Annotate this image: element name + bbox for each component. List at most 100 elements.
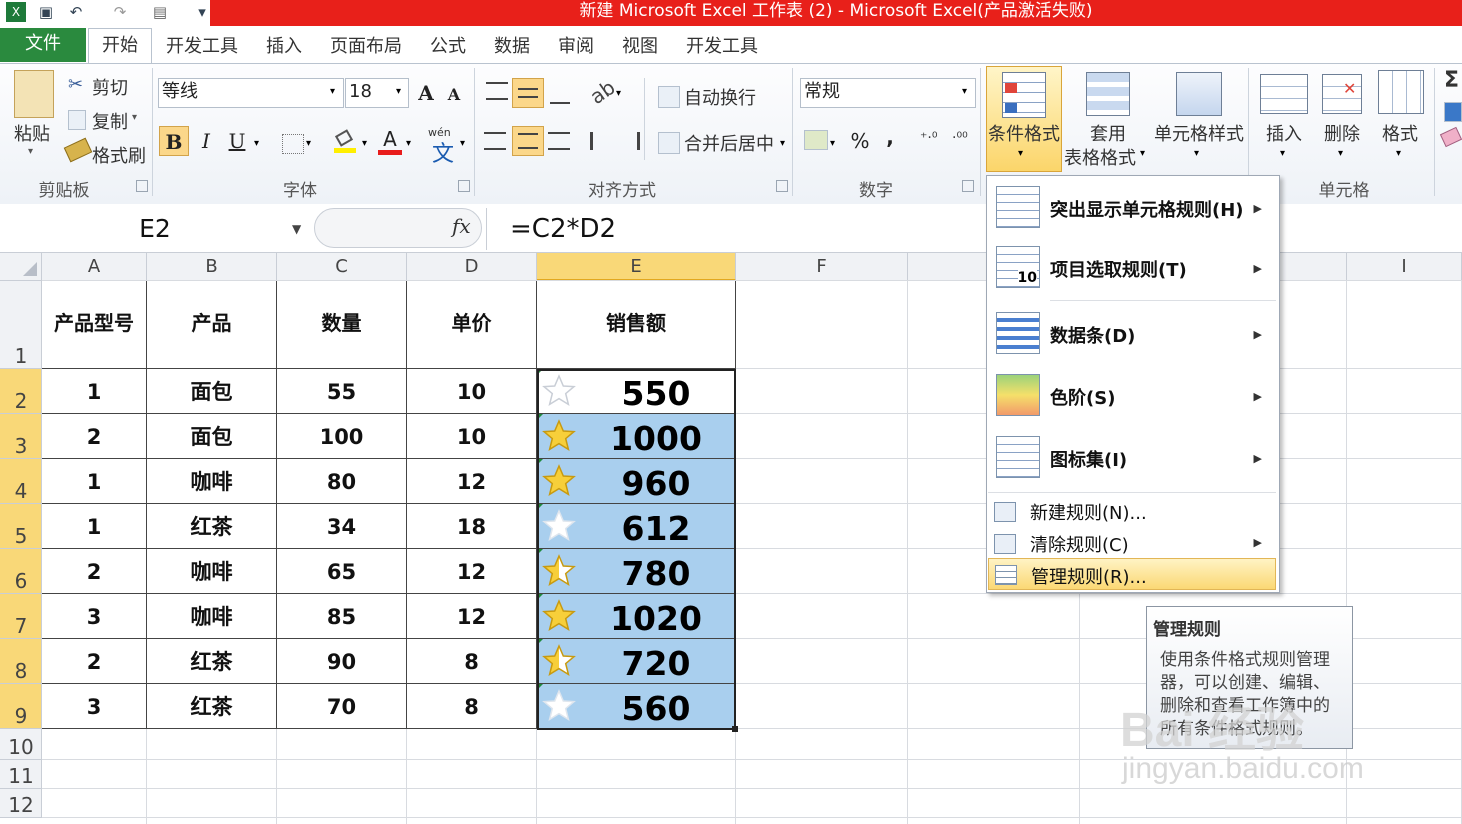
fill-handle[interactable] [732,726,738,732]
row-header-2[interactable]: 2 [0,369,42,414]
row-header-3[interactable]: 3 [0,414,42,459]
fill-color-icon[interactable] [334,129,356,153]
column-header-a[interactable]: A [42,253,147,281]
table-header-cell[interactable]: 产品型号 [42,281,147,369]
copy-icon[interactable] [68,110,86,130]
table-cell[interactable]: 65 [277,549,407,594]
table-cell[interactable]: 咖啡 [147,549,277,594]
column-header-c[interactable]: C [277,253,407,281]
table-cell[interactable]: 8 [407,684,537,729]
table-cell[interactable]: 2 [42,414,147,459]
phonetic-guide-icon[interactable]: 文 [432,136,454,168]
merge-center-icon[interactable] [658,132,680,154]
table-header-cell[interactable]: 产品 [147,281,277,369]
paste-dropdown-icon[interactable]: ▾ [28,146,33,157]
formula-input[interactable]: =C2*D2 [510,208,616,250]
cut-button[interactable]: 剪切 [92,74,128,100]
menu-item-new-rule[interactable]: 新建规则(N)... [988,496,1276,526]
table-cell[interactable]: 红茶 [147,684,277,729]
table-cell[interactable]: 70 [277,684,407,729]
save-icon[interactable]: ▣ [36,2,56,22]
table-cell[interactable]: 12 [407,549,537,594]
decrease-indent-icon[interactable] [590,132,610,150]
table-cell[interactable]: 3 [42,684,147,729]
sales-cell[interactable]: 1000 [537,414,736,459]
column-header-b[interactable]: B [147,253,277,281]
align-center-icon[interactable] [512,126,544,156]
menu-item-top-bottom-rules[interactable]: 10 项目选取规则(T) ▶ [988,238,1276,296]
table-cell[interactable]: 90 [277,639,407,684]
autosum-icon[interactable]: Σ [1444,68,1459,93]
table-cell[interactable]: 55 [277,369,407,414]
cell-styles-dropdown-icon[interactable]: ▾ [1194,148,1199,159]
row-header-9[interactable]: 9 [0,684,42,729]
row-header-7[interactable]: 7 [0,594,42,639]
increase-decimal-icon[interactable]: ⁺⋅⁰ [920,130,937,146]
row-header-12[interactable]: 12 [0,789,42,818]
font-name-dropdown-icon[interactable]: ▾ [330,86,335,97]
shrink-font-button[interactable]: A [444,80,464,110]
wrap-text-icon[interactable] [658,86,680,108]
sales-cell[interactable]: 612 [537,504,736,549]
format-as-table-label-2[interactable]: 表格格式 [1064,144,1136,170]
redo-icon[interactable]: ↷ [110,2,130,22]
tab-formulas[interactable]: 公式 [430,34,466,60]
table-cell[interactable]: 2 [42,639,147,684]
font-color-dropdown-icon[interactable]: ▾ [406,138,411,149]
print-preview-icon[interactable]: ▤ [150,2,170,22]
paste-icon[interactable] [14,70,54,118]
fill-color-dropdown-icon[interactable]: ▾ [362,138,367,149]
undo-icon[interactable]: ↶ [66,2,86,22]
table-cell[interactable]: 12 [407,594,537,639]
table-cell[interactable]: 2 [42,549,147,594]
select-all-button[interactable] [0,253,42,281]
row-header-5[interactable]: 5 [0,504,42,549]
row-header-10[interactable]: 10 [0,729,42,760]
align-left-icon[interactable] [484,132,506,150]
table-cell[interactable]: 34 [277,504,407,549]
menu-item-color-scales[interactable]: 色阶(S) ▶ [988,366,1276,424]
row-header-6[interactable]: 6 [0,549,42,594]
align-right-icon[interactable] [548,132,570,150]
name-box[interactable]: E2 [2,208,308,250]
menu-item-data-bars[interactable]: 数据条(D) ▶ [988,304,1276,362]
borders-icon[interactable] [282,134,304,154]
menu-item-clear-rules[interactable]: 清除规则(C) ▶ [988,528,1276,558]
phonetic-dropdown-icon[interactable]: ▾ [460,138,465,149]
customize-qat-icon[interactable]: ▾ [192,2,212,22]
number-format-dropdown-icon[interactable]: ▾ [962,86,967,97]
table-cell[interactable]: 咖啡 [147,459,277,504]
sales-cell[interactable]: 720 [537,639,736,684]
underline-dropdown-icon[interactable]: ▾ [254,138,259,149]
orientation-dropdown-icon[interactable]: ▾ [616,88,621,99]
tab-review[interactable]: 审阅 [558,34,594,60]
menu-item-icon-sets[interactable]: 图标集(I) ▶ [988,428,1276,486]
bold-button[interactable]: B [159,126,189,156]
grow-font-button[interactable]: A [414,78,438,108]
delete-cells-icon[interactable]: ✕ [1322,74,1362,114]
align-bottom-icon[interactable] [550,88,570,104]
table-cell[interactable]: 12 [407,459,537,504]
table-cell[interactable]: 1 [42,369,147,414]
font-size-dropdown-icon[interactable]: ▾ [396,86,401,97]
table-cell[interactable]: 80 [277,459,407,504]
column-header-e[interactable]: E [537,253,736,281]
table-cell[interactable]: 面包 [147,369,277,414]
merge-dropdown-icon[interactable]: ▾ [780,138,785,149]
table-cell[interactable]: 8 [407,639,537,684]
format-cells-icon[interactable] [1378,70,1424,114]
format-cells-dropdown-icon[interactable]: ▾ [1396,148,1401,159]
format-painter-button[interactable]: 格式刷 [92,142,146,168]
comma-button[interactable]: , [880,122,900,152]
column-header-i[interactable]: I [1347,253,1462,281]
increase-indent-icon[interactable] [620,132,640,150]
column-header-d[interactable]: D [407,253,537,281]
tab-data[interactable]: 数据 [494,34,530,60]
delete-cells-label[interactable]: 删除 [1324,120,1360,146]
sales-cell[interactable]: 1020 [537,594,736,639]
tab-page-layout[interactable]: 页面布局 [330,34,402,60]
copy-dropdown-icon[interactable]: ▾ [132,112,137,123]
borders-dropdown-icon[interactable]: ▾ [306,138,311,149]
tab-home[interactable]: 开始 [88,28,152,65]
percent-button[interactable]: % [848,126,872,156]
